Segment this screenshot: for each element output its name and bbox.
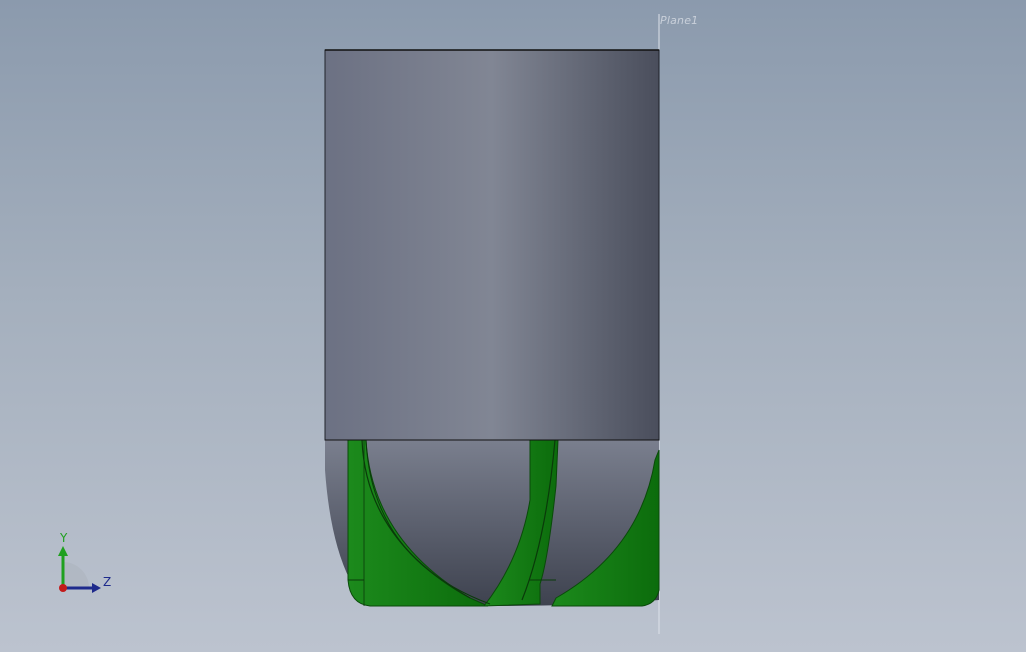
triad-origin bbox=[59, 584, 67, 592]
model-view[interactable] bbox=[0, 0, 1026, 652]
plane1-label[interactable]: Plane1 bbox=[660, 14, 698, 27]
y-axis-arrowhead bbox=[58, 546, 68, 556]
y-axis-label: Y bbox=[60, 531, 68, 545]
tool-shank[interactable] bbox=[324, 49, 660, 441]
axis-triad: Y Z bbox=[44, 530, 124, 600]
z-axis-label: Z bbox=[103, 575, 112, 589]
triad-quarter-disc bbox=[63, 562, 89, 588]
graphics-viewport[interactable]: Plane1 Y Z bbox=[0, 0, 1026, 652]
z-axis-arrowhead bbox=[92, 583, 101, 593]
triad-graphic bbox=[58, 546, 101, 593]
